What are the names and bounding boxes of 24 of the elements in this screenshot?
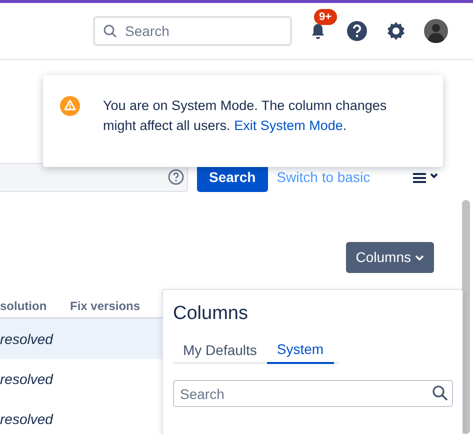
warning-icon — [60, 96, 80, 116]
settings-icon[interactable] — [386, 21, 406, 41]
avatar[interactable] — [424, 19, 448, 43]
menu-icon[interactable] — [413, 170, 440, 184]
search-icon — [432, 385, 448, 401]
flag-message: You are on System Mode. The column changes might affect all users. Exit System Mode. — [103, 97, 388, 135]
bell-icon[interactable] — [309, 22, 327, 40]
tab[interactable]: System — [266, 336, 334, 364]
scrollbar[interactable] — [462, 200, 470, 434]
table-cell-text: resolved — [0, 370, 53, 388]
search-field[interactable]: Search — [173, 380, 453, 407]
columns-button[interactable]: Columns — [346, 242, 434, 273]
help-icon[interactable] — [168, 169, 184, 185]
search-field[interactable]: Search — [93, 16, 292, 46]
search-icon — [103, 24, 117, 38]
table-cell-text: resolved — [0, 410, 53, 428]
table-cell-text: resolved — [0, 330, 53, 348]
chevron-down-icon — [415, 254, 424, 260]
notification-badge: 9+ — [314, 9, 337, 25]
popup-title: Columns — [173, 302, 249, 326]
help-icon[interactable] — [346, 20, 368, 42]
exit-system-mode-link[interactable]: Exit System Mode — [234, 118, 343, 133]
tab[interactable]: My Defaults — [173, 336, 267, 364]
column-header[interactable]: solution — [0, 296, 70, 314]
